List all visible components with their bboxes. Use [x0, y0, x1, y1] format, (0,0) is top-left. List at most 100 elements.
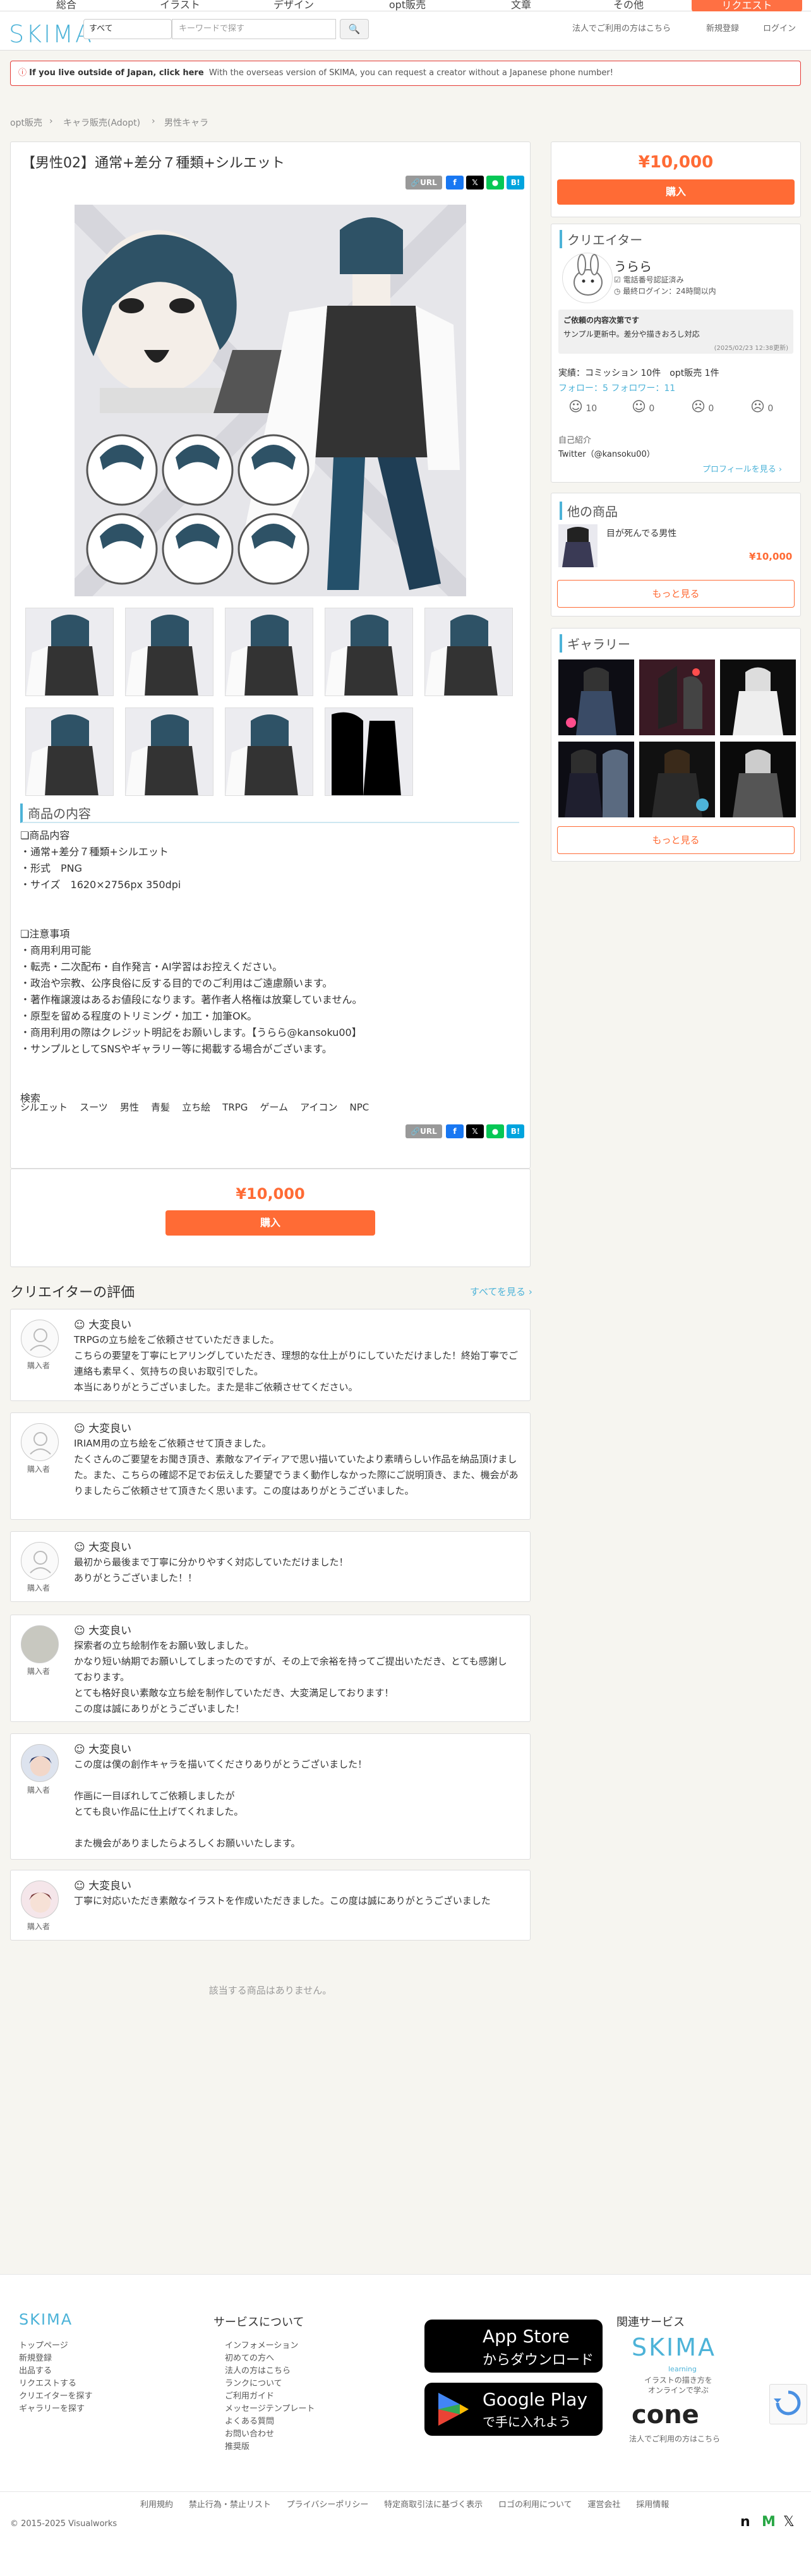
footer-link[interactable]: 利用規約 — [140, 2500, 173, 2510]
other-product-thumbnail[interactable] — [558, 524, 598, 567]
gallery-thumbnail[interactable] — [720, 742, 796, 817]
thumbnail-image — [425, 608, 512, 695]
footer-link[interactable]: プライバシーポリシー — [287, 2500, 369, 2510]
share-facebook-button[interactable]: f — [446, 1124, 464, 1138]
recaptcha-badge[interactable] — [769, 2384, 807, 2424]
footer-logo[interactable]: SKIMA — [19, 2311, 73, 2328]
tag[interactable]: シルエット — [20, 1102, 68, 1113]
footer-link[interactable]: ご利用ガイド — [225, 2390, 315, 2403]
tag[interactable]: ゲーム — [260, 1102, 289, 1113]
share-hatena-button[interactable]: B! — [507, 176, 524, 190]
share-hatena-button[interactable]: B! — [507, 1124, 524, 1138]
login-link[interactable]: ログイン — [763, 21, 796, 33]
footer-link[interactable]: 法人の方はこちら — [225, 2365, 315, 2378]
footer-link[interactable]: クリエイターを探す — [19, 2390, 92, 2403]
gallery-thumbnail[interactable] — [558, 659, 634, 735]
empty-message: 該当する商品はありません。 — [208, 1985, 332, 1996]
footer-link[interactable]: ロゴの利用について — [498, 2500, 572, 2510]
search-button[interactable]: 🔍 — [340, 19, 369, 39]
creator-avatar[interactable] — [562, 253, 613, 303]
gallery-more-button[interactable]: もっと見る — [557, 826, 795, 854]
tag[interactable]: 男性 — [120, 1102, 139, 1113]
skima-learning-logo[interactable]: SKIMA — [632, 2333, 716, 2361]
tag[interactable]: 立ち絵 — [182, 1102, 210, 1113]
footer-link[interactable]: よくある質問 — [225, 2416, 315, 2428]
tab-text[interactable]: 文章 — [493, 0, 550, 11]
tag[interactable]: TRPG — [222, 1102, 248, 1113]
learning-description: イラストの描き方を オンラインで学ぶ — [644, 2376, 712, 2395]
corporate-link[interactable]: 法人でご利用の方はこちら — [572, 21, 671, 33]
more-products-button[interactable]: もっと見る — [557, 580, 795, 608]
app-store-badge[interactable]: App Store からダウンロード — [424, 2320, 603, 2373]
footer-link[interactable]: トップページ — [19, 2340, 92, 2352]
footer-link[interactable]: インフォメーション — [225, 2340, 315, 2352]
share-facebook-button[interactable]: f — [446, 176, 464, 190]
note-icon[interactable]: n — [740, 2514, 750, 2530]
footer-link[interactable]: 特定商取引法に基づく表示 — [384, 2500, 483, 2510]
review-rating: ☺ 大変良い — [74, 1625, 132, 1637]
see-all-reviews-link[interactable]: すべてを見る › — [470, 1285, 532, 1298]
product-thumbnail[interactable] — [125, 608, 213, 696]
footer-link[interactable]: お問い合わせ — [225, 2428, 315, 2441]
product-main-image[interactable] — [75, 205, 466, 596]
footer-link[interactable]: メッセージテンプレート — [225, 2403, 315, 2416]
gallery-thumbnail[interactable] — [639, 659, 715, 735]
sidebar-buy-button[interactable]: 購入 — [557, 179, 795, 205]
tab-opt[interactable]: opt販売 — [379, 0, 436, 11]
footer-link[interactable]: 推奨版 — [225, 2441, 315, 2453]
product-thumbnail[interactable] — [125, 707, 213, 796]
share-url-button[interactable]: 🔗URL — [406, 1124, 442, 1138]
footer-link[interactable]: ギャラリーを探す — [19, 2403, 92, 2416]
share-line-button[interactable]: ● — [486, 176, 504, 190]
overseas-banner[interactable]: ⓘ If you live outside of Japan, click he… — [10, 61, 801, 86]
medibang-icon[interactable]: M — [762, 2514, 776, 2530]
share-x-button[interactable]: 𝕏 — [466, 1124, 484, 1138]
footer-link[interactable]: 初めての方へ — [225, 2352, 315, 2365]
breadcrumb-1[interactable]: opt販売 — [10, 116, 42, 129]
creator-name[interactable]: うらら — [614, 256, 652, 275]
cone-logo[interactable]: cone — [632, 2400, 699, 2429]
tag[interactable]: アイコン — [300, 1102, 337, 1113]
signup-link[interactable]: 新規登録 — [706, 21, 739, 33]
product-thumbnail[interactable] — [225, 707, 313, 796]
share-x-button[interactable]: 𝕏 — [466, 176, 484, 190]
product-thumbnail[interactable] — [325, 608, 413, 696]
request-button[interactable]: リクエスト — [692, 0, 802, 13]
tag[interactable]: スーツ — [80, 1102, 108, 1113]
service-title: サービスについて — [213, 2316, 304, 2329]
tab-design[interactable]: デザイン — [265, 0, 322, 11]
view-profile-link[interactable]: プロフィールを見る › — [702, 462, 782, 474]
product-thumbnail[interactable] — [225, 608, 313, 696]
breadcrumb-2[interactable]: キャラ販売(Adopt) — [63, 116, 140, 129]
footer-link[interactable]: 禁止行為・禁止リスト — [189, 2500, 271, 2510]
share-line-button[interactable]: ● — [486, 1124, 504, 1138]
tab-general[interactable]: 総合 — [38, 0, 95, 11]
tag[interactable]: NPC — [349, 1102, 369, 1113]
footer-link[interactable]: ランクについて — [225, 2378, 315, 2390]
tab-illust[interactable]: イラスト — [152, 0, 208, 11]
gallery-thumbnail[interactable] — [720, 659, 796, 735]
footer-link[interactable]: 新規登録 — [19, 2352, 92, 2365]
skima-logo[interactable]: SKIMA — [9, 20, 93, 48]
footer-link[interactable]: 採用情報 — [636, 2500, 669, 2510]
tag[interactable]: 青髪 — [151, 1102, 170, 1113]
product-thumbnail[interactable] — [25, 608, 114, 696]
footer-link[interactable]: 出品する — [19, 2365, 92, 2378]
category-select[interactable]: すべて — [83, 19, 172, 39]
buy-button[interactable]: 購入 — [165, 1210, 375, 1236]
share-url-button[interactable]: 🔗URL — [406, 176, 442, 190]
other-product-name[interactable]: 目が死んでる男性 — [606, 527, 676, 539]
footer-link[interactable]: 運営会社 — [587, 2500, 620, 2510]
google-play-badge[interactable]: Google Play で手に入れよう — [424, 2383, 603, 2436]
footer-link[interactable]: リクエストする — [19, 2378, 92, 2390]
gallery-thumbnail[interactable] — [558, 742, 634, 817]
product-thumbnail[interactable] — [424, 608, 513, 696]
breadcrumb-3[interactable]: 男性キャラ — [164, 116, 208, 129]
x-icon[interactable]: 𝕏 — [783, 2514, 795, 2530]
tab-other[interactable]: その他 — [600, 0, 657, 11]
gallery-thumbnail[interactable] — [639, 742, 715, 817]
creator-follow[interactable]: フォロー：5 フォロワー：11 — [558, 382, 675, 394]
product-thumbnail[interactable] — [25, 707, 114, 796]
search-input[interactable]: キーワードで探す — [172, 19, 336, 39]
product-thumbnail[interactable] — [325, 707, 413, 796]
